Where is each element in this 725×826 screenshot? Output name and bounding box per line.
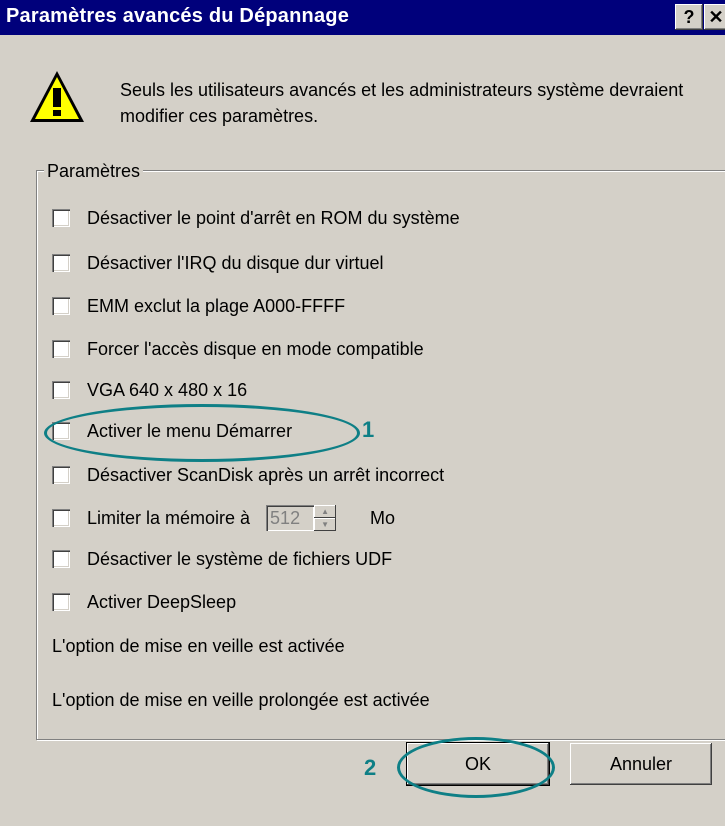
spin-up-icon[interactable]: ▲ [314, 505, 337, 518]
memory-input[interactable]: 512 [266, 505, 315, 531]
checkbox[interactable] [52, 297, 70, 315]
checkbox[interactable] [52, 466, 70, 484]
hibernate-status: L'option de mise en veille prolongée est… [52, 690, 430, 710]
option-compatible-disk-access[interactable]: Forcer l'accès disque en mode compatible [52, 336, 424, 362]
cancel-button[interactable]: Annuler [570, 743, 712, 785]
help-button[interactable]: ? [675, 4, 703, 30]
checkbox[interactable] [52, 550, 70, 568]
option-label: Activer le menu Démarrer [87, 420, 293, 441]
option-limit-memory[interactable]: Limiter la mémoire à 512 ▲ ▼ Mo [52, 505, 395, 531]
option-virtual-hd-irq[interactable]: Désactiver l'IRQ du disque dur virtuel [52, 250, 384, 276]
checkbox[interactable] [52, 254, 70, 272]
option-label: VGA 640 x 480 x 16 [87, 379, 248, 400]
checkbox[interactable] [52, 509, 70, 527]
checkbox[interactable] [52, 593, 70, 611]
annotation-number-1: 1 [362, 417, 375, 442]
standby-status: L'option de mise en veille est activée [52, 636, 345, 656]
title-bar: Paramètres avancés du Dépannage ? ✕ [0, 0, 725, 35]
option-label: EMM exclut la plage A000-FFFF [87, 295, 346, 316]
ok-button[interactable]: OK [407, 743, 549, 785]
option-emm-exclude[interactable]: EMM exclut la plage A000-FFFF [52, 293, 345, 319]
window-title: Paramètres avancés du Dépannage [6, 5, 350, 27]
option-label: Activer DeepSleep [87, 591, 237, 612]
close-button[interactable]: ✕ [704, 4, 725, 30]
checkbox[interactable] [52, 340, 70, 358]
option-label: Désactiver ScanDisk après un arrêt incor… [87, 464, 445, 485]
option-label: Désactiver le point d'arrêt en ROM du sy… [87, 207, 460, 228]
annotation-number-2: 2 [364, 755, 377, 780]
option-deepsleep[interactable]: Activer DeepSleep [52, 589, 236, 615]
intro-text: Seuls les utilisateurs avancés et les ad… [120, 80, 684, 126]
option-label: Limiter la mémoire à [87, 507, 251, 528]
option-label: Désactiver le système de fichiers UDF [87, 548, 393, 569]
option-label: Forcer l'accès disque en mode compatible [87, 338, 424, 359]
checkbox[interactable] [52, 422, 70, 440]
checkbox[interactable] [52, 381, 70, 399]
checkbox[interactable] [52, 209, 70, 227]
option-start-menu[interactable]: Activer le menu Démarrer [52, 418, 292, 444]
memory-unit: Mo [370, 507, 396, 528]
spin-down-icon[interactable]: ▼ [314, 518, 337, 531]
warning-icon [30, 71, 84, 122]
option-vga[interactable]: VGA 640 x 480 x 16 [52, 377, 247, 403]
memory-spinner[interactable]: 512 ▲ ▼ [266, 504, 337, 532]
option-rom-breakpoint[interactable]: Désactiver le point d'arrêt en ROM du sy… [52, 205, 460, 231]
option-scandisk[interactable]: Désactiver ScanDisk après un arrêt incor… [52, 462, 444, 488]
settings-group-label: Paramètres [44, 159, 144, 183]
option-udf[interactable]: Désactiver le système de fichiers UDF [52, 546, 392, 572]
spinner-arrows[interactable]: ▲ ▼ [314, 505, 337, 531]
option-label: Désactiver l'IRQ du disque dur virtuel [87, 252, 384, 273]
